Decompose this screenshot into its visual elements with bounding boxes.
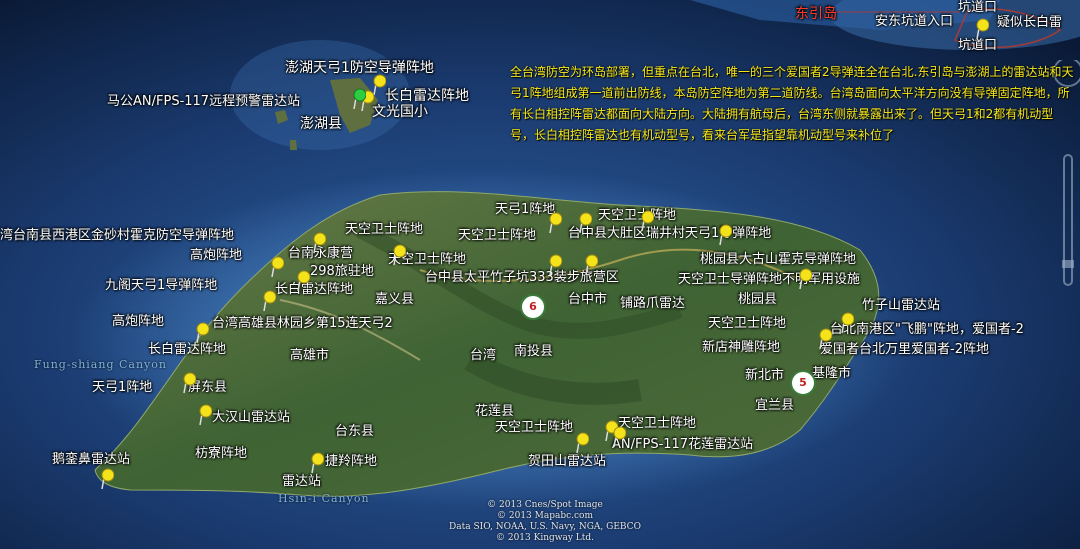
pushpin-icon[interactable]: [270, 256, 284, 278]
annotation-text: 全台湾防空为环岛部署，但重点在台北，唯一的三个爱国者2导弹连全在台北.东引岛与澎…: [510, 65, 1074, 142]
label-jiejian: 捷羚阵地: [325, 454, 378, 469]
label-fangliao: 枋寮阵地: [195, 446, 248, 461]
label-hualien-radar: AN/FPS-117花莲雷达站: [612, 437, 754, 452]
label-kengdao1: 坑道口: [958, 0, 998, 15]
pushpin-icon[interactable]: [100, 468, 114, 490]
label-pulu: 铺路爪雷达: [620, 296, 686, 311]
label-hualien: 花莲县: [475, 404, 515, 419]
pushpin-icon[interactable]: [352, 88, 366, 110]
label-wenguang: 文光国小: [372, 104, 428, 120]
label-jialishan: 贺田山雷达站: [528, 454, 607, 469]
label-xigang: 湾台南县西港区金砂村霍克防空导弹阵地: [0, 228, 235, 243]
credit-line: © 2013 Kingway Ltd.: [495, 533, 594, 543]
label-taoyuan-hawk: 桃园县大古山霍克导弹阵地: [700, 252, 857, 267]
label-taoyuan: 桃园县: [738, 292, 778, 307]
label-taichung-c: 台中市: [568, 292, 608, 307]
label-gaopao1: 高炮阵地: [190, 248, 243, 263]
pushpin-icon[interactable]: [575, 432, 589, 454]
pushpin-icon[interactable]: [612, 426, 626, 448]
label-andong: 安东坑道入口: [875, 14, 954, 29]
credit-line: Data SIO, NOAA, U.S. Navy, NGA, GEBCO: [449, 522, 641, 532]
label-tg1-pd: 天弓1阵地: [92, 380, 153, 395]
label-newtaipei: 新北市: [745, 368, 785, 383]
pushpin-icon[interactable]: [975, 18, 989, 40]
label-kengdao2: 坑道口: [958, 38, 998, 53]
label-tk5: 天空卫士阵地: [708, 316, 787, 331]
label-eluanbi: 鹅銮鼻雷达站: [52, 452, 131, 467]
label-kaohsiung-ly: 台湾高雄县林园乡第15连天弓2: [212, 316, 393, 331]
label-changbai-ph: 长白雷达阵地: [385, 88, 469, 104]
pushpin-icon[interactable]: [262, 290, 276, 312]
label-wanli: 爱国者台北万里爱国者-2阵地: [820, 342, 989, 357]
highway-shield: 6: [520, 294, 546, 320]
label-jiuge: 九阁天弓1导弹阵地: [105, 278, 218, 293]
label-zhuzishan: 竹子山雷达站: [862, 298, 941, 313]
pushpin-icon[interactable]: [198, 404, 212, 426]
label-taipei-nangang: 台北南港区"飞鹏"阵地，爱国者-2: [830, 322, 1024, 337]
label-yilan: 宜兰县: [755, 398, 795, 413]
label-taiwan: 台湾: [470, 348, 497, 363]
label-tg1-a: 天弓1阵地: [495, 202, 556, 217]
pushpin-icon[interactable]: [195, 322, 209, 344]
label-xindian: 新店神雕阵地: [702, 340, 781, 355]
map-credits: © 2013 Cnes/Spot Image © 2013 Mapabc.com…: [425, 500, 665, 544]
label-changbai3: 长白雷达阵地: [148, 342, 227, 357]
pushpin-icon[interactable]: [818, 328, 832, 350]
pushpin-icon[interactable]: [392, 244, 406, 266]
label-dahan: 大汉山雷达站: [212, 410, 291, 425]
label-tk6: 天空卫士阵地: [495, 420, 574, 435]
pushpin-icon[interactable]: [548, 254, 562, 276]
pushpin-icon[interactable]: [182, 372, 196, 394]
label-tk-site: 天空卫士导弹阵地不明军用设施: [678, 272, 861, 287]
label-keelung: 基隆市: [812, 366, 852, 381]
label-penghu-tg: 澎湖天弓1防空导弹阵地: [285, 60, 434, 76]
label-taichung-tg: 台中县大肚区瑞井村天弓1导弹阵地: [568, 226, 772, 241]
label-changbai-top: 疑似长白雷: [997, 15, 1063, 30]
label-changbai2: 长白雷达阵地: [275, 282, 354, 297]
credit-line: © 2013 Cnes/Spot Image: [487, 500, 603, 510]
pushpin-icon[interactable]: [640, 210, 654, 232]
label-298: 298旅驻地: [310, 264, 374, 279]
label-sea-south: Hsin-i Canyon: [278, 492, 370, 505]
pushpin-icon[interactable]: [718, 224, 732, 246]
pushpin-icon[interactable]: [310, 452, 324, 474]
pushpin-icon[interactable]: [312, 232, 326, 254]
label-tk1: 天空卫士阵地: [598, 208, 677, 223]
label-tk7: 天空卫士阵地: [618, 416, 697, 431]
label-tk3: 天空卫士阵地: [458, 228, 537, 243]
pushpin-icon[interactable]: [548, 212, 562, 234]
label-taidong: 台东县: [335, 424, 375, 439]
label-leidazhan: 雷达站: [282, 474, 322, 489]
highway-shield: 5: [790, 370, 816, 396]
pushpin-icon[interactable]: [296, 270, 310, 292]
label-dongyin: 东引岛: [795, 6, 837, 22]
pushpin-icon[interactable]: [372, 74, 386, 96]
label-kaohsiung: 高雄市: [290, 348, 330, 363]
pushpin-icon[interactable]: [840, 312, 854, 334]
map-view[interactable]: 全台湾防空为环岛部署，但重点在台北，唯一的三个爱国者2导弹连全在台北.东引岛与澎…: [0, 0, 1080, 549]
credit-line: © 2013 Mapabc.com: [497, 511, 593, 521]
label-penghu: 澎湖县: [300, 116, 342, 132]
pushpin-icon[interactable]: [798, 268, 812, 290]
label-jiayi: 嘉义县: [375, 292, 415, 307]
label-magong: 马公AN/FPS-117远程预警雷达站: [107, 94, 301, 109]
label-gaopao2: 高炮阵地: [112, 314, 165, 329]
label-tk2: 天空卫士阵地: [345, 222, 424, 237]
label-nantou: 南投县: [514, 344, 554, 359]
pushpin-icon[interactable]: [578, 212, 592, 234]
pushpin-icon[interactable]: [584, 254, 598, 276]
label-sea-north: Fung-shiang Canyon: [34, 358, 167, 371]
